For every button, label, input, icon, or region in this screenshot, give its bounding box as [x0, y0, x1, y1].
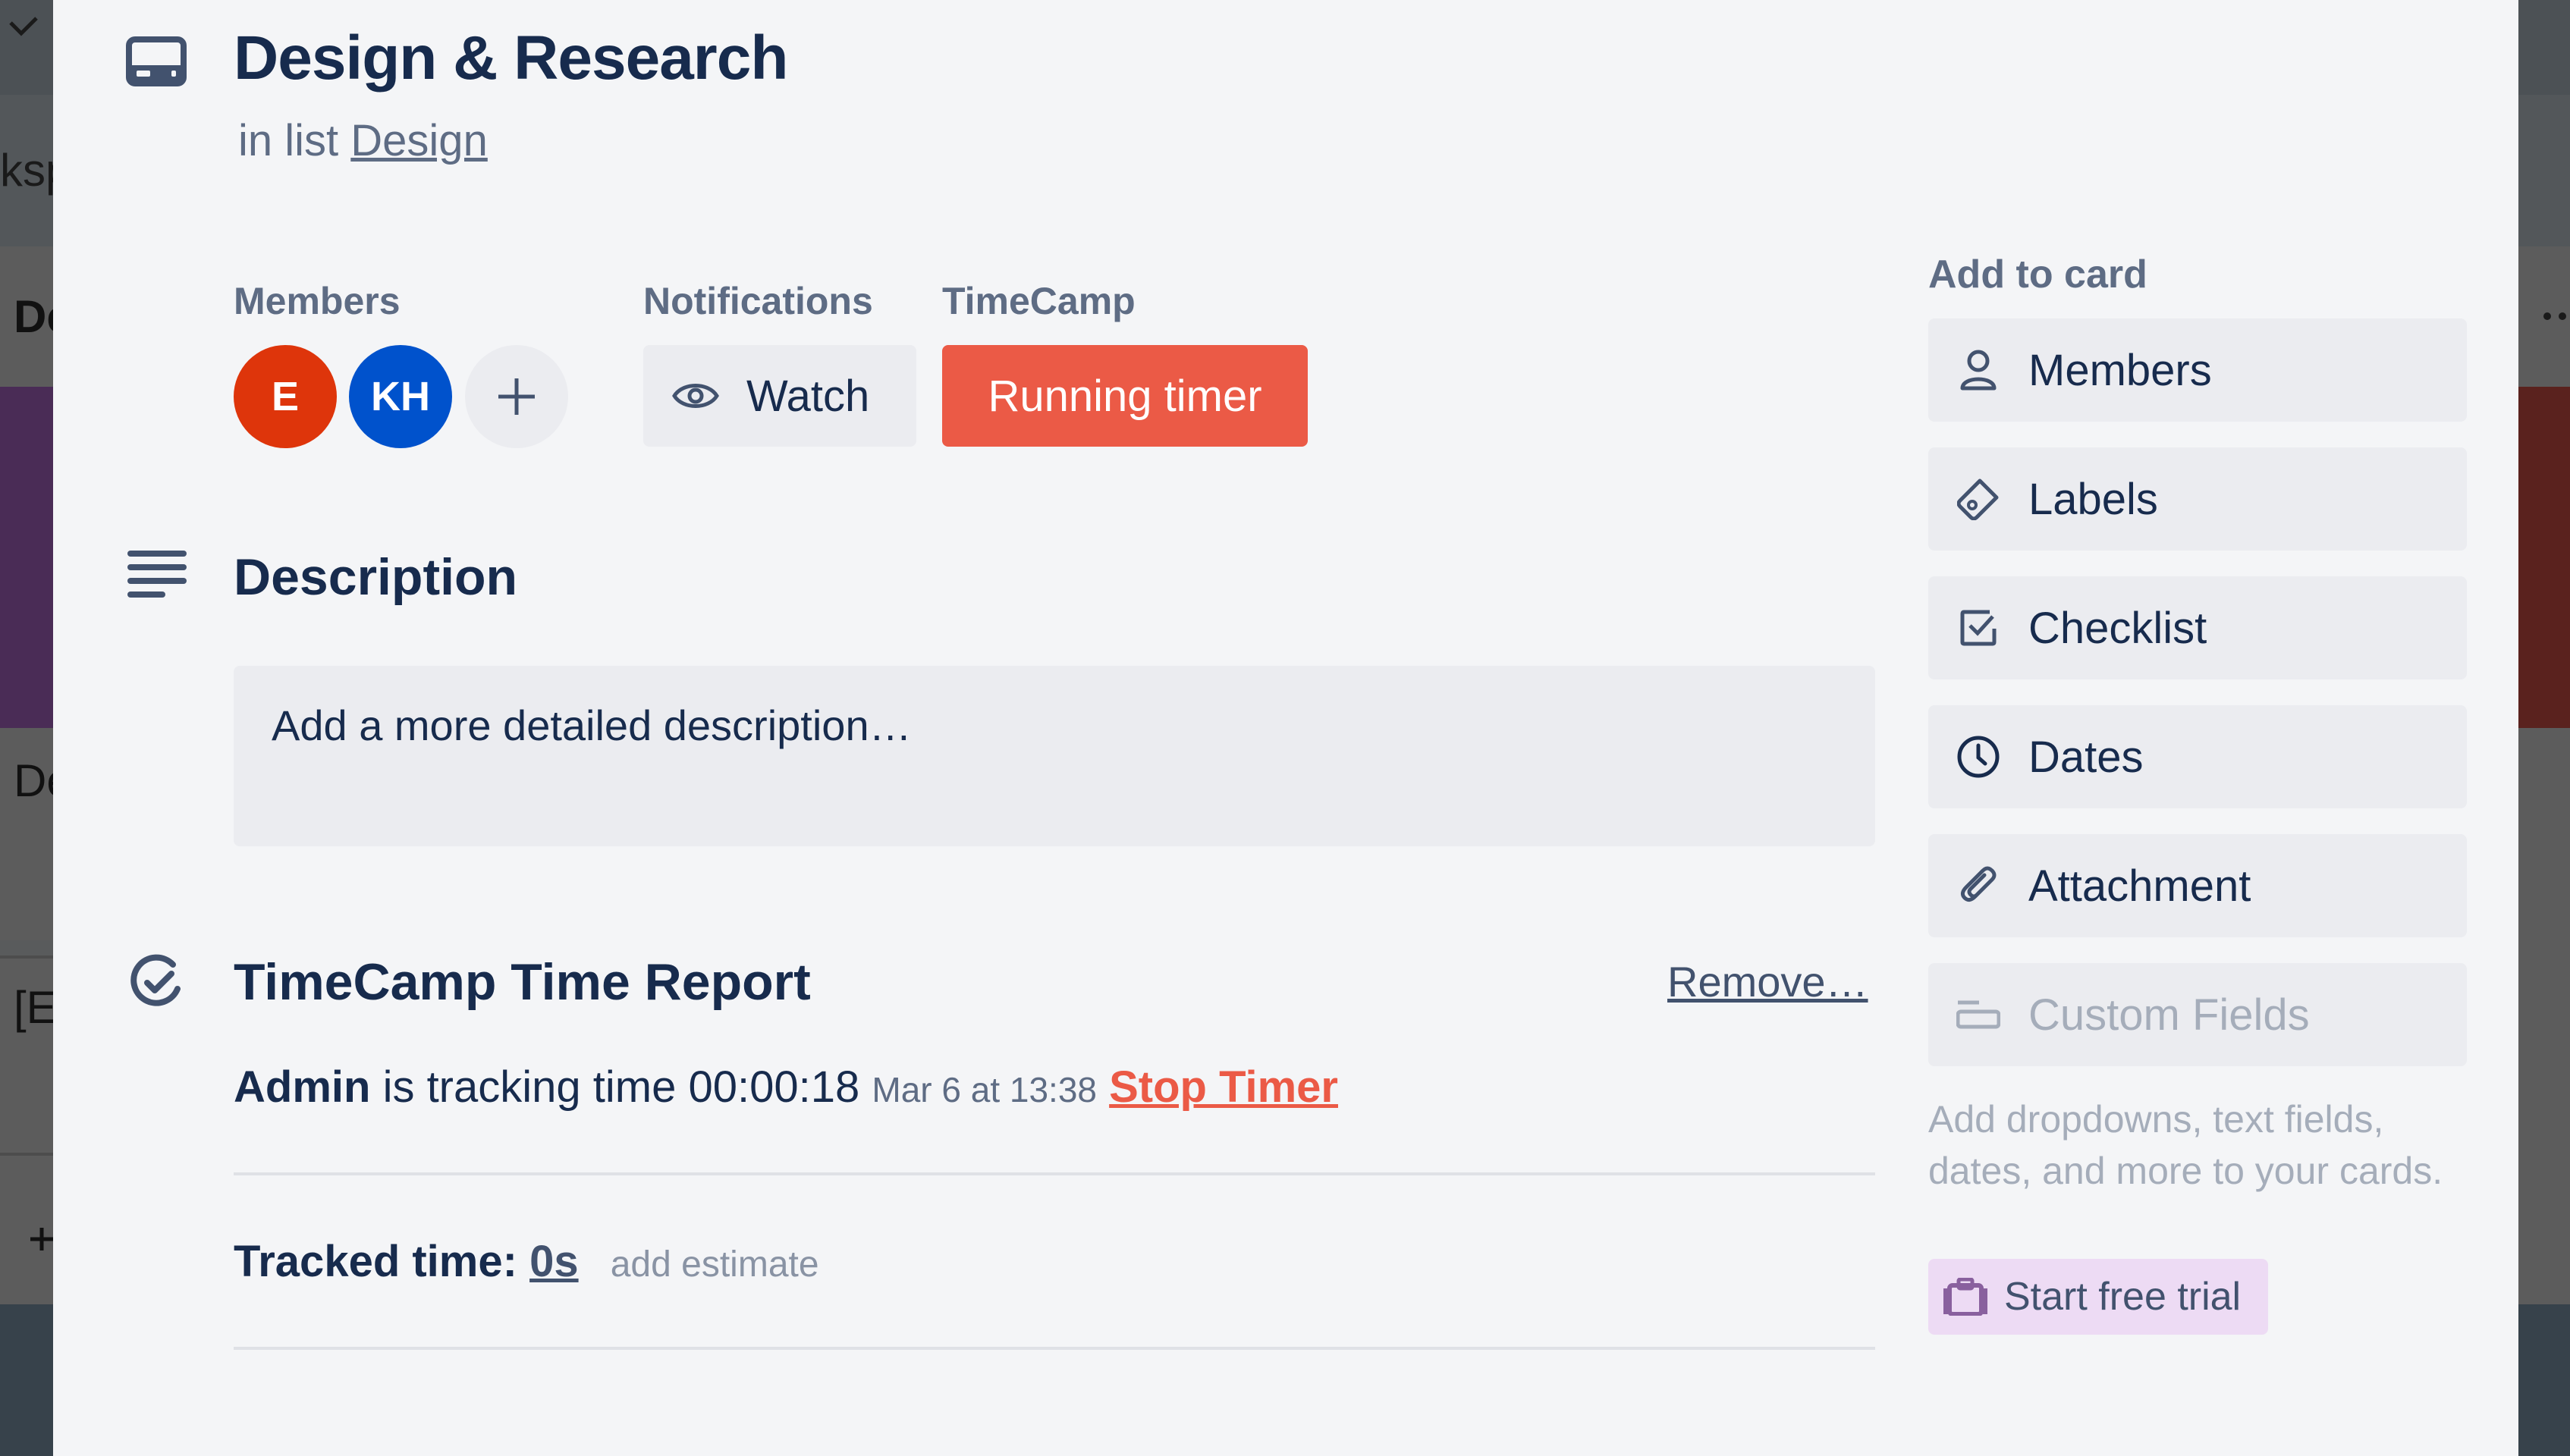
tracked-time-label: Tracked time: [234, 1237, 517, 1286]
board-add-card-fragment [0, 1153, 53, 1304]
card-list-info: in list Design [238, 115, 488, 166]
notifications-label: Notifications [643, 280, 873, 322]
board-workspace-fragment: ksp [0, 95, 53, 246]
start-free-trial-button[interactable]: Start free trial [1928, 1259, 2268, 1335]
tracking-status: Admin is tracking time 00:00:18 Mar 6 at… [234, 1062, 1338, 1112]
sidebar-labels-button[interactable]: Labels [1928, 447, 2467, 551]
sidebar-item-label: Attachment [2028, 861, 2251, 911]
paperclip-icon [1956, 863, 2001, 908]
add-to-card-heading: Add to card [1928, 253, 2147, 297]
sidebar-members-button[interactable]: Members [1928, 318, 2467, 422]
board-footer-left [0, 1304, 53, 1456]
sidebar-checklist-button[interactable]: Checklist [1928, 576, 2467, 679]
time-report-heading: TimeCamp Time Report [234, 953, 811, 1011]
avatar[interactable]: KH [349, 345, 452, 448]
running-timer-button[interactable]: Running timer [942, 345, 1308, 447]
person-icon [1956, 347, 2001, 393]
tracked-time-value[interactable]: 0s [529, 1237, 579, 1286]
sidebar-item-label: Members [2028, 345, 2212, 395]
stop-timer-link[interactable]: Stop Timer [1109, 1062, 1338, 1112]
divider [234, 1347, 1875, 1350]
add-estimate-link[interactable]: add estimate [611, 1244, 819, 1285]
board-card-fragment: [E [0, 956, 53, 1153]
custom-fields-icon [1956, 992, 2001, 1037]
board-list-right [2518, 728, 2570, 1304]
timecamp-label: TimeCamp [942, 280, 1136, 322]
board-toolbar-right [2518, 95, 2570, 246]
board-footer-right [2518, 1304, 2570, 1456]
avatar[interactable]: E [234, 345, 337, 448]
list-prefix: in list [238, 116, 339, 165]
remove-link[interactable]: Remove… [1667, 957, 1868, 1006]
tracking-text: is tracking time [382, 1062, 677, 1112]
description-heading: Description [234, 548, 518, 606]
sidebar-item-label: Labels [2028, 474, 2158, 524]
sidebar-item-label: Custom Fields [2028, 990, 2310, 1040]
board-header-left [0, 0, 53, 95]
tracked-time-row: Tracked time: 0s add estimate [234, 1236, 819, 1287]
description-input[interactable]: Add a more detailed description… [234, 666, 1875, 846]
plus-icon [498, 378, 535, 415]
board-header-right [2518, 0, 2570, 95]
board-list-title-fragment: De [0, 246, 53, 387]
tag-icon [1956, 476, 2001, 522]
card-title[interactable]: Design & Research [234, 23, 788, 94]
sidebar-dates-button[interactable]: Dates [1928, 705, 2467, 808]
divider [234, 1172, 1875, 1175]
sidebar-attachment-button[interactable]: Attachment [1928, 834, 2467, 937]
card-icon [126, 36, 187, 86]
custom-fields-info: Add dropdowns, text fields, dates, and m… [1928, 1098, 2443, 1192]
tracking-user: Admin [234, 1062, 371, 1112]
sidebar-item-label: Checklist [2028, 603, 2207, 653]
board-card-cover-right [2518, 387, 2570, 728]
tracking-elapsed: 00:00:18 [688, 1062, 860, 1112]
description-icon [127, 549, 188, 602]
watch-label: Watch [746, 371, 870, 421]
add-member-button[interactable] [465, 345, 568, 448]
members-label: Members [234, 280, 401, 322]
card-detail-modal: Design & Research in list Design Members… [53, 0, 2518, 1456]
timecamp-icon [127, 954, 185, 1012]
list-link[interactable]: Design [350, 116, 488, 165]
board-list-menu-right [2518, 246, 2570, 387]
clock-icon [1956, 734, 2001, 780]
sidebar-item-label: Dates [2028, 732, 2144, 782]
checkbox-icon [1956, 605, 2001, 651]
sidebar-custom-fields-button[interactable]: Custom Fields [1928, 963, 2467, 1066]
briefcase-icon [1943, 1278, 1987, 1316]
start-free-trial-label: Start free trial [2004, 1275, 2242, 1319]
tracking-started: Mar 6 at 13:38 [872, 1070, 1097, 1109]
board-card-title-fragment: De [0, 728, 53, 940]
watch-button[interactable]: Watch [643, 345, 916, 447]
eye-icon [672, 384, 719, 408]
board-card-cover-left [0, 387, 53, 728]
